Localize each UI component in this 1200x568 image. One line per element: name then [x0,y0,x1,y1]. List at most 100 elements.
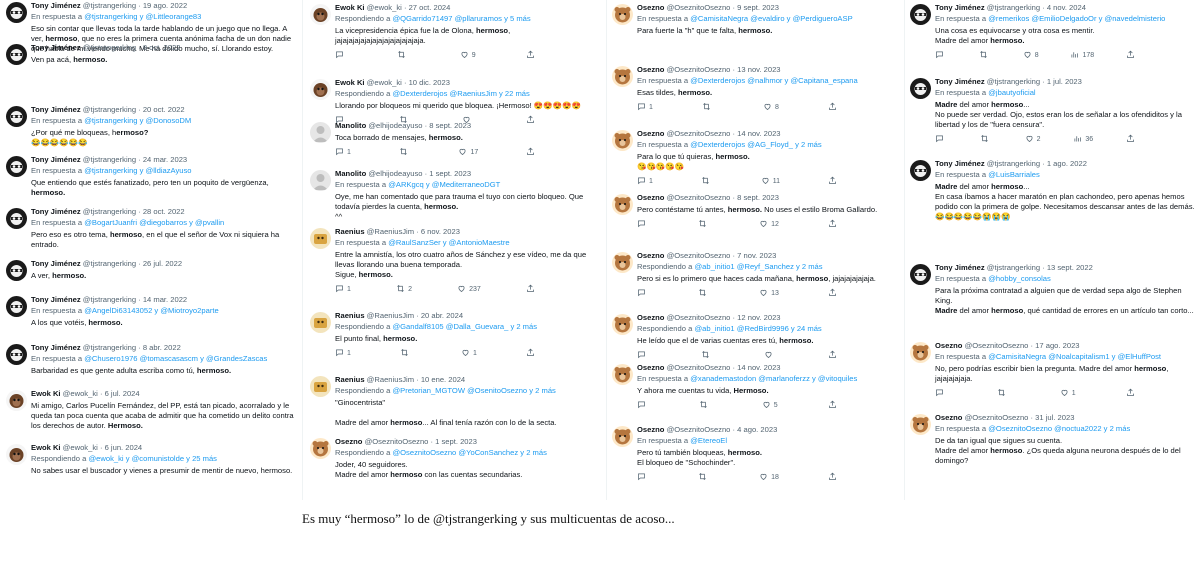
tweet-date[interactable]: 31 jul. 2023 [1035,413,1074,422]
share-button[interactable] [526,50,535,61]
like-button[interactable]: 11 [761,176,780,187]
avatar[interactable] [6,444,27,465]
author-handle[interactable]: @elhijodeayuso [368,169,422,178]
author-handle[interactable]: @OseznitoOsezno [667,129,731,138]
share-button[interactable] [526,284,535,295]
tweet-date[interactable]: 13 nov. 2023 [737,65,780,74]
avatar[interactable] [310,438,331,459]
author-name[interactable]: Tony Jiménez [31,105,81,114]
retweet-button[interactable] [980,134,992,145]
reply-to-link[interactable]: @ab_initio1 @RedBird9996 y 24 más [694,324,821,333]
author-name[interactable]: Raenius [335,375,365,384]
author-name[interactable]: Osezno [637,363,664,372]
reply-to-link[interactable]: @CamisitaNegra @evaldiro y @PerdigueroAS… [690,14,852,23]
tweet-date[interactable]: 12 nov. 2023 [737,313,780,322]
avatar[interactable] [910,414,931,435]
author-name[interactable]: Tony Jiménez [31,1,81,10]
reply-to-link[interactable]: @AngelDi63143052 y @Miotroyo2parte [84,306,218,315]
author-handle[interactable]: @tjstrangerking [83,1,136,10]
retweet-button[interactable] [702,102,714,113]
like-button[interactable]: 5 [762,400,778,411]
author-handle[interactable]: @tjstrangerking [83,259,136,268]
author-handle[interactable]: @OseznitoOsezno [667,3,731,12]
views-button[interactable]: 36 [1073,134,1093,145]
reply-to-link[interactable]: @Dexterderojos @AG_Floyd_ y 2 más [690,140,821,149]
tweet-date[interactable]: 8 sept. 2023 [429,121,471,130]
tweet-date[interactable]: 1 jul. 2023 [1047,77,1082,86]
avatar[interactable] [6,260,27,281]
reply-button[interactable] [637,350,649,361]
reply-to-link[interactable]: @tjstrangerking y @DonosoDM [84,116,191,125]
avatar[interactable] [910,4,931,25]
avatar[interactable] [6,2,27,23]
author-name[interactable]: Tony Jiménez [31,207,81,216]
tweet-date[interactable]: 14 mar. 2022 [143,295,187,304]
author-name[interactable]: Tony Jiménez [935,3,985,12]
avatar[interactable] [6,390,27,411]
author-handle[interactable]: @tjstrangerking [987,3,1040,12]
reply-to-link[interactable]: @Pretorian_MGTOW @OsenitoOsezno y 2 más [392,386,555,395]
avatar[interactable] [612,314,633,335]
avatar[interactable] [910,342,931,363]
author-name[interactable]: Tony Jiménez [935,77,985,86]
avatar[interactable] [310,79,331,100]
like-button[interactable]: 237 [457,284,481,295]
avatar[interactable] [612,252,633,273]
author-name[interactable]: Osezno [637,251,664,260]
author-name[interactable]: Osezno [637,65,664,74]
reply-to-link[interactable]: @ewok_ki y @comunistolde y 25 más [88,454,217,463]
author-handle[interactable]: @ewok_ki [367,78,402,87]
avatar[interactable] [612,426,633,447]
share-button[interactable] [828,102,837,113]
author-name[interactable]: Ewok Ki [335,3,365,12]
share-button[interactable] [828,400,837,411]
author-name[interactable]: Osezno [637,313,664,322]
avatar[interactable] [612,130,633,151]
avatar[interactable] [310,170,331,191]
retweet-button[interactable] [400,348,412,359]
like-button[interactable]: 8 [763,102,779,113]
share-button[interactable] [828,219,837,230]
retweet-button[interactable] [698,288,710,299]
tweet-date[interactable]: 26 jul. 2022 [143,259,182,268]
share-button[interactable] [1126,50,1135,61]
tweet-date[interactable]: 17 ago. 2023 [1035,341,1079,350]
reply-to-link[interactable]: @QGarrido71497 @pllaruramos y 5 más [392,14,530,23]
reply-button[interactable]: 1 [637,176,653,187]
like-button[interactable]: 9 [460,50,476,61]
tweet-date[interactable]: 24 mar. 2023 [143,155,187,164]
tweet-date[interactable]: 8 oct. 2022 [143,43,181,52]
author-name[interactable]: Tony Jiménez [31,343,81,352]
reply-to-link[interactable]: @Chusero1976 @tomascasascm y @GrandesZas… [84,354,267,363]
author-handle[interactable]: @tjstrangerking [83,105,136,114]
retweet-button[interactable] [997,388,1009,399]
author-handle[interactable]: @tjstrangerking [83,207,136,216]
author-handle[interactable]: @OseznitoOsezno [365,437,429,446]
avatar[interactable] [612,4,633,25]
reply-button[interactable] [637,400,649,411]
retweet-button[interactable] [698,472,710,483]
avatar[interactable] [6,44,27,65]
reply-to-link[interactable]: @tjstrangerking y @Littleorange83 [84,12,201,21]
share-button[interactable] [1126,134,1135,145]
author-name[interactable]: Osezno [935,413,962,422]
author-name[interactable]: Osezno [637,193,664,202]
like-button[interactable]: 13 [759,288,779,299]
author-handle[interactable]: @ewok_ki [63,443,98,452]
like-button[interactable]: 18 [759,472,779,483]
tweet-date[interactable]: 1 sept. 2023 [429,169,471,178]
author-handle[interactable]: @OseznitoOsezno [667,251,731,260]
tweet-date[interactable]: 8 abr. 2022 [143,343,181,352]
author-handle[interactable]: @RaeniusJim [367,311,414,320]
author-handle[interactable]: @tjstrangerking [83,295,136,304]
reply-to-link[interactable]: @ARKgcq y @MediterraneoDGT [388,180,500,189]
retweet-button[interactable] [698,219,710,230]
author-handle[interactable]: @tjstrangerking [987,263,1040,272]
share-button[interactable] [828,472,837,483]
author-name[interactable]: Manolito [335,121,366,130]
avatar[interactable] [310,312,331,333]
avatar[interactable] [6,106,27,127]
reply-button[interactable]: 1 [637,102,653,113]
reply-to-link[interactable]: @Dexterderojos @nalhmor y @Capitana_espa… [690,76,858,85]
tweet-date[interactable]: 6 nov. 2023 [421,227,460,236]
